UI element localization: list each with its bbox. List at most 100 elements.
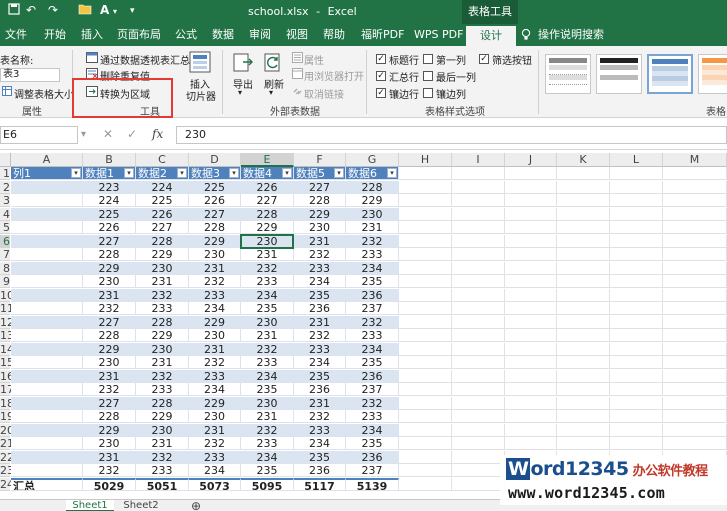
grid-cell[interactable] [452, 288, 505, 302]
row-header-23[interactable]: 23 [0, 464, 14, 477]
grid-cell[interactable] [557, 288, 610, 302]
table-cell[interactable]: 229 [189, 315, 241, 329]
grid-cell[interactable] [452, 423, 505, 437]
table-style-blue-selected[interactable] [647, 54, 693, 94]
table-cell[interactable]: 223 [83, 180, 136, 194]
table-header-cell[interactable]: 数据2 ▾ [136, 167, 189, 180]
table-cell[interactable]: 227 [83, 234, 136, 248]
row-header-7[interactable]: 7 [0, 248, 10, 261]
table-header-cell[interactable]: 数据5 ▾ [294, 167, 346, 180]
column-header-g[interactable]: G [346, 153, 399, 167]
grid-cell[interactable] [505, 207, 557, 221]
table-cell[interactable] [11, 356, 83, 369]
table-cell[interactable]: 227 [241, 194, 294, 207]
table-cell[interactable]: 236 [346, 450, 399, 464]
table-cell[interactable]: 235 [346, 275, 399, 288]
total-row-cell[interactable]: 5073 [189, 477, 241, 491]
grid-cell[interactable] [452, 167, 505, 180]
external-properties-button[interactable]: 属性 [304, 52, 324, 67]
column-header-e[interactable]: E [241, 153, 294, 167]
table-cell[interactable]: 231 [241, 248, 294, 261]
table-cell[interactable] [11, 180, 83, 194]
table-cell[interactable]: 232 [241, 342, 294, 356]
table-cell[interactable]: 232 [346, 315, 399, 329]
tab-formulas[interactable]: 公式 [175, 24, 197, 46]
table-cell[interactable] [11, 275, 83, 288]
table-header-cell[interactable]: 数据3 ▾ [189, 167, 241, 180]
table-cell[interactable] [11, 450, 83, 464]
table-cell[interactable]: 230 [136, 342, 189, 356]
row-header-19[interactable]: 19 [0, 410, 14, 423]
open-folder-icon[interactable] [78, 3, 92, 18]
table-cell[interactable]: 229 [136, 248, 189, 261]
table-cell[interactable]: 232 [136, 288, 189, 302]
table-cell[interactable]: 233 [189, 369, 241, 383]
grid-cell[interactable] [663, 167, 727, 180]
row-header-6[interactable]: 6 [0, 234, 10, 248]
table-cell[interactable]: 229 [189, 234, 241, 248]
grid-cell[interactable] [452, 275, 505, 288]
grid-cell[interactable] [557, 302, 610, 315]
grid-cell[interactable] [505, 329, 557, 342]
font-color-icon[interactable]: A [100, 3, 109, 17]
grid-cell[interactable] [505, 248, 557, 261]
grid-cell[interactable] [452, 315, 505, 329]
table-cell[interactable]: 226 [83, 221, 136, 234]
tab-review[interactable]: 审阅 [249, 24, 271, 46]
table-cell[interactable]: 228 [136, 396, 189, 410]
undo-icon[interactable]: ↶ [26, 3, 36, 17]
table-cell[interactable]: 232 [346, 396, 399, 410]
table-cell[interactable]: 227 [83, 315, 136, 329]
grid-cell[interactable] [610, 194, 663, 207]
table-cell[interactable]: 230 [189, 248, 241, 261]
table-cell[interactable]: 235 [294, 369, 346, 383]
row-header-3[interactable]: 3 [0, 194, 10, 207]
table-cell[interactable]: 234 [189, 464, 241, 477]
grid-cell[interactable] [610, 234, 663, 248]
grid-cell[interactable] [399, 437, 452, 450]
grid-cell[interactable] [452, 234, 505, 248]
grid-cell[interactable] [452, 396, 505, 410]
table-cell[interactable]: 226 [189, 194, 241, 207]
tell-me-search[interactable]: 操作说明搜索 [538, 24, 604, 46]
grid-cell[interactable] [610, 423, 663, 437]
table-cell[interactable]: 229 [346, 194, 399, 207]
table-cell[interactable]: 236 [294, 464, 346, 477]
row-header-20[interactable]: 20 [0, 423, 14, 437]
table-cell[interactable]: 236 [294, 383, 346, 396]
row-header-9[interactable]: 9 [0, 275, 10, 288]
grid-cell[interactable] [610, 180, 663, 194]
open-in-browser-button[interactable]: 用浏览器打开 [304, 68, 364, 83]
grid-cell[interactable] [399, 275, 452, 288]
filter-dropdown-icon[interactable]: ▾ [387, 168, 397, 178]
filter-dropdown-icon[interactable]: ▾ [282, 168, 292, 178]
customize-quick-access-icon[interactable]: ▾ [130, 6, 135, 16]
table-cell[interactable]: 232 [241, 423, 294, 437]
table-cell[interactable]: 230 [294, 221, 346, 234]
table-cell[interactable]: 233 [241, 275, 294, 288]
sheet-tab-sheet1[interactable]: Sheet1 [66, 500, 114, 511]
column-header-i[interactable]: I [452, 153, 505, 167]
table-cell[interactable]: 234 [189, 383, 241, 396]
row-header-14[interactable]: 14 [0, 342, 14, 356]
table-cell[interactable]: 230 [346, 207, 399, 221]
grid-cell[interactable] [505, 180, 557, 194]
table-cell[interactable]: 224 [136, 180, 189, 194]
grid-cell[interactable] [610, 207, 663, 221]
table-cell[interactable]: 232 [189, 356, 241, 369]
row-header-18[interactable]: 18 [0, 396, 14, 410]
grid-cell[interactable] [399, 221, 452, 234]
grid-cell[interactable] [610, 356, 663, 369]
column-header-d[interactable]: D [189, 153, 241, 167]
resize-table-button[interactable]: 调整表格大小 [14, 86, 74, 101]
grid-cell[interactable] [610, 396, 663, 410]
table-cell[interactable]: 236 [294, 302, 346, 315]
row-header-16[interactable]: 16 [0, 369, 14, 383]
chevron-down-icon[interactable]: ▾ [238, 88, 242, 97]
table-cell[interactable]: 228 [83, 329, 136, 342]
table-cell[interactable]: 234 [346, 342, 399, 356]
grid-cell[interactable] [505, 221, 557, 234]
name-box[interactable]: E6 [0, 126, 78, 144]
grid-cell[interactable] [557, 234, 610, 248]
insert-slicer-button-line2[interactable]: 切片器 [186, 88, 216, 103]
